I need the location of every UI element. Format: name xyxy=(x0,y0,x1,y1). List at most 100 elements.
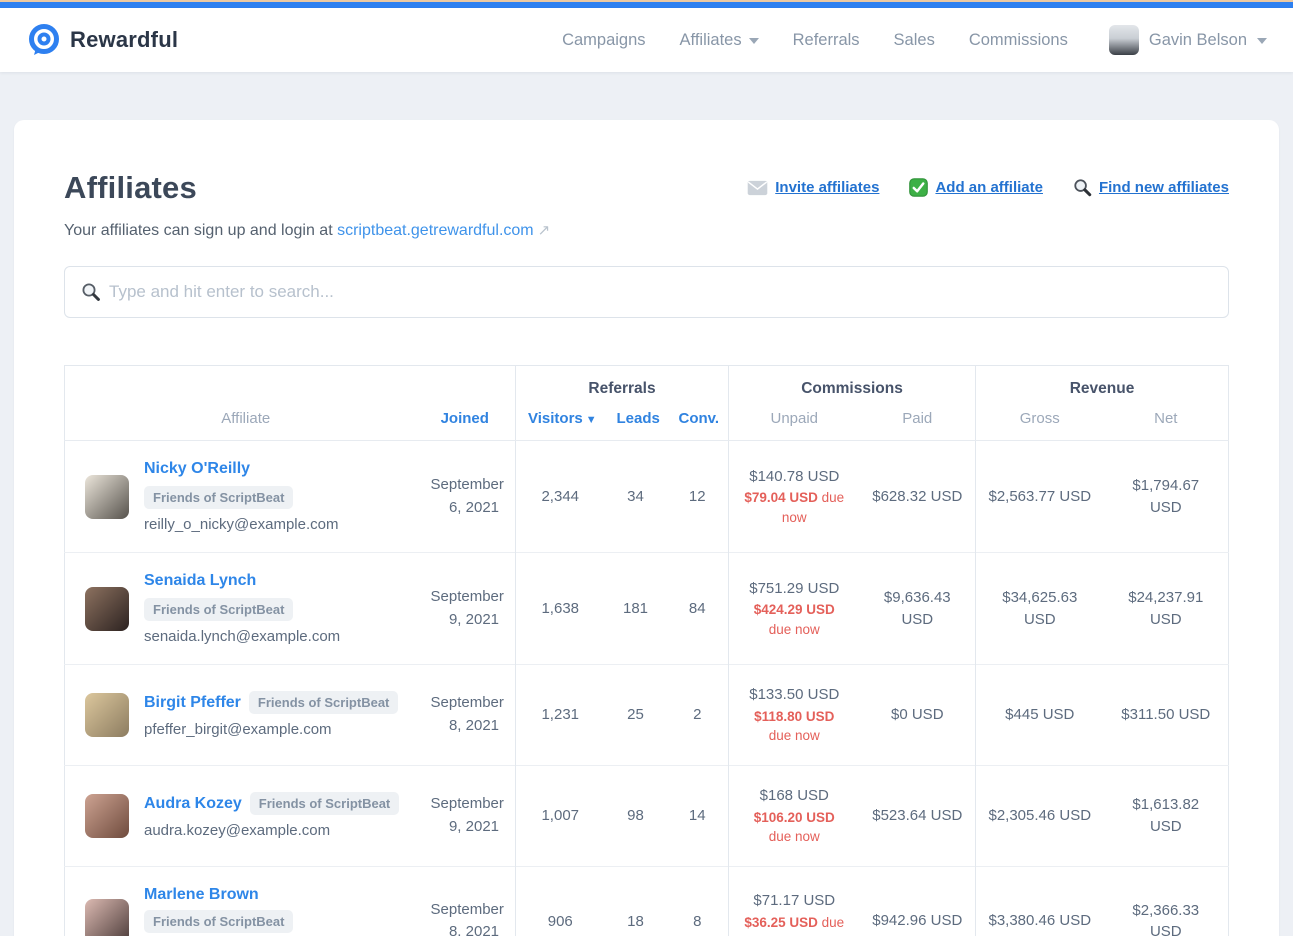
unpaid-total: $133.50 USD xyxy=(741,684,848,706)
invite-affiliates-button[interactable]: Invite affiliates xyxy=(747,179,879,196)
chevron-down-icon xyxy=(749,38,759,44)
chevron-down-icon xyxy=(1257,38,1267,44)
affiliate-table-row: Marlene Brown Friends of ScriptBeat marl… xyxy=(65,866,1229,936)
conv-cell: 14 xyxy=(667,765,729,866)
due-now-line: $424.29 USD due now xyxy=(741,600,848,639)
gross-cell: $445 USD xyxy=(976,665,1104,766)
avatar xyxy=(85,475,129,519)
affiliate-name-link[interactable]: Birgit Pfeffer xyxy=(144,694,241,712)
joined-cell: September 8, 2021 xyxy=(419,866,516,936)
external-link-icon: ↗ xyxy=(538,222,551,239)
column-header-paid: Paid xyxy=(860,402,976,441)
signup-portal-link[interactable]: scriptbeat.getrewardful.com xyxy=(337,222,534,239)
visitors-cell: 906 xyxy=(516,866,605,936)
gross-cell: $2,305.46 USD xyxy=(976,765,1104,866)
gross-cell: $34,625.63 USD xyxy=(976,553,1104,665)
group-header-revenue: Revenue xyxy=(976,366,1229,403)
top-accent-bar xyxy=(0,0,1293,8)
column-header-joined[interactable]: Joined xyxy=(419,402,516,441)
envelope-icon xyxy=(747,180,768,196)
user-menu[interactable]: Gavin Belson xyxy=(1109,25,1267,55)
affiliate-cell: Birgit Pfeffer Friends of ScriptBeat pfe… xyxy=(65,665,419,766)
column-header-visitors[interactable]: Visitors▼ xyxy=(516,402,605,441)
group-header-referrals: Referrals xyxy=(516,366,729,403)
visitors-cell: 2,344 xyxy=(516,441,605,553)
due-now-line: $79.04 USD due now xyxy=(741,488,848,527)
rewardful-logo[interactable]: Rewardful xyxy=(26,22,178,58)
search-box xyxy=(64,266,1229,318)
affiliate-cell: Audra Kozey Friends of ScriptBeat audra.… xyxy=(65,765,419,866)
nav-item-affiliates[interactable]: Affiliates xyxy=(680,31,759,50)
gross-cell: $3,380.46 USD xyxy=(976,866,1104,936)
header-actions: Invite affiliates Add an affiliate xyxy=(747,178,1229,197)
affiliate-table-row: Nicky O'Reilly Friends of ScriptBeat rei… xyxy=(65,441,1229,553)
affiliates-table: Referrals Commissions Revenue Affiliate … xyxy=(64,365,1229,936)
unpaid-cell: $71.17 USD $36.25 USD due now xyxy=(729,866,860,936)
nav-item-commissions[interactable]: Commissions xyxy=(969,31,1068,50)
affiliates-table-body: Nicky O'Reilly Friends of ScriptBeat rei… xyxy=(65,441,1229,936)
page-title: Affiliates xyxy=(64,170,197,206)
affiliate-name-link[interactable]: Nicky O'Reilly xyxy=(144,460,250,478)
search-input[interactable] xyxy=(109,282,1212,302)
due-now-line: $118.80 USD due now xyxy=(741,707,848,746)
conv-cell: 84 xyxy=(667,553,729,665)
due-now-line: $106.20 USD due now xyxy=(741,808,848,847)
affiliate-email: pfeffer_birgit@example.com xyxy=(144,721,398,738)
affiliate-cell: Senaida Lynch Friends of ScriptBeat sena… xyxy=(65,553,419,665)
affiliate-name-link[interactable]: Marlene Brown xyxy=(144,886,259,904)
leads-cell: 18 xyxy=(605,866,667,936)
affiliate-cell: Nicky O'Reilly Friends of ScriptBeat rei… xyxy=(65,441,419,553)
affiliate-name-link[interactable]: Senaida Lynch xyxy=(144,572,256,590)
brand-name: Rewardful xyxy=(70,27,178,53)
column-header-gross: Gross xyxy=(976,402,1104,441)
check-icon xyxy=(909,178,928,197)
magnifier-icon xyxy=(1073,178,1092,197)
table-group-header-row: Referrals Commissions Revenue xyxy=(65,366,1229,403)
find-new-affiliates-button[interactable]: Find new affiliates xyxy=(1073,178,1229,197)
net-cell: $311.50 USD xyxy=(1104,665,1229,766)
page-subtitle: Your affiliates can sign up and login at… xyxy=(64,221,1229,240)
joined-cell: September 8, 2021 xyxy=(419,665,516,766)
conv-cell: 8 xyxy=(667,866,729,936)
net-cell: $1,794.67 USD xyxy=(1104,441,1229,553)
unpaid-cell: $140.78 USD $79.04 USD due now xyxy=(729,441,860,553)
paid-cell: $9,636.43 USD xyxy=(860,553,976,665)
unpaid-cell: $133.50 USD $118.80 USD due now xyxy=(729,665,860,766)
affiliate-campaign-badge: Friends of ScriptBeat xyxy=(249,691,398,714)
gross-cell: $2,563.77 USD xyxy=(976,441,1104,553)
visitors-cell: 1,638 xyxy=(516,553,605,665)
leads-cell: 25 xyxy=(605,665,667,766)
unpaid-total: $168 USD xyxy=(741,785,848,807)
paid-cell: $942.96 USD xyxy=(860,866,976,936)
add-affiliate-button[interactable]: Add an affiliate xyxy=(909,178,1043,197)
affiliate-campaign-badge: Friends of ScriptBeat xyxy=(144,910,293,933)
affiliate-name-link[interactable]: Audra Kozey xyxy=(144,795,242,813)
column-header-unpaid: Unpaid xyxy=(729,402,860,441)
affiliate-email: reilly_o_nicky@example.com xyxy=(144,516,407,533)
column-header-conv[interactable]: Conv. xyxy=(667,402,729,441)
conv-cell: 12 xyxy=(667,441,729,553)
affiliate-table-row: Senaida Lynch Friends of ScriptBeat sena… xyxy=(65,553,1229,665)
joined-cell: September 9, 2021 xyxy=(419,765,516,866)
leads-cell: 181 xyxy=(605,553,667,665)
conv-cell: 2 xyxy=(667,665,729,766)
affiliate-cell: Marlene Brown Friends of ScriptBeat marl… xyxy=(65,866,419,936)
leads-cell: 98 xyxy=(605,765,667,866)
affiliates-card: Affiliates Invite affiliates xyxy=(14,120,1279,936)
nav-item-campaigns[interactable]: Campaigns xyxy=(562,31,645,50)
search-icon xyxy=(81,282,101,302)
user-name: Gavin Belson xyxy=(1149,31,1247,50)
unpaid-cell: $168 USD $106.20 USD due now xyxy=(729,765,860,866)
nav-item-referrals[interactable]: Referrals xyxy=(793,31,860,50)
user-avatar xyxy=(1109,25,1139,55)
column-header-leads[interactable]: Leads xyxy=(605,402,667,441)
avatar xyxy=(85,693,129,737)
affiliate-campaign-badge: Friends of ScriptBeat xyxy=(144,598,293,621)
joined-cell: September 6, 2021 xyxy=(419,441,516,553)
navbar: Rewardful Campaigns Affiliates Referrals… xyxy=(0,8,1293,72)
joined-cell: September 9, 2021 xyxy=(419,553,516,665)
avatar xyxy=(85,794,129,838)
due-now-line: $36.25 USD due now xyxy=(741,913,848,936)
affiliate-email: audra.kozey@example.com xyxy=(144,822,399,839)
nav-item-sales[interactable]: Sales xyxy=(894,31,935,50)
